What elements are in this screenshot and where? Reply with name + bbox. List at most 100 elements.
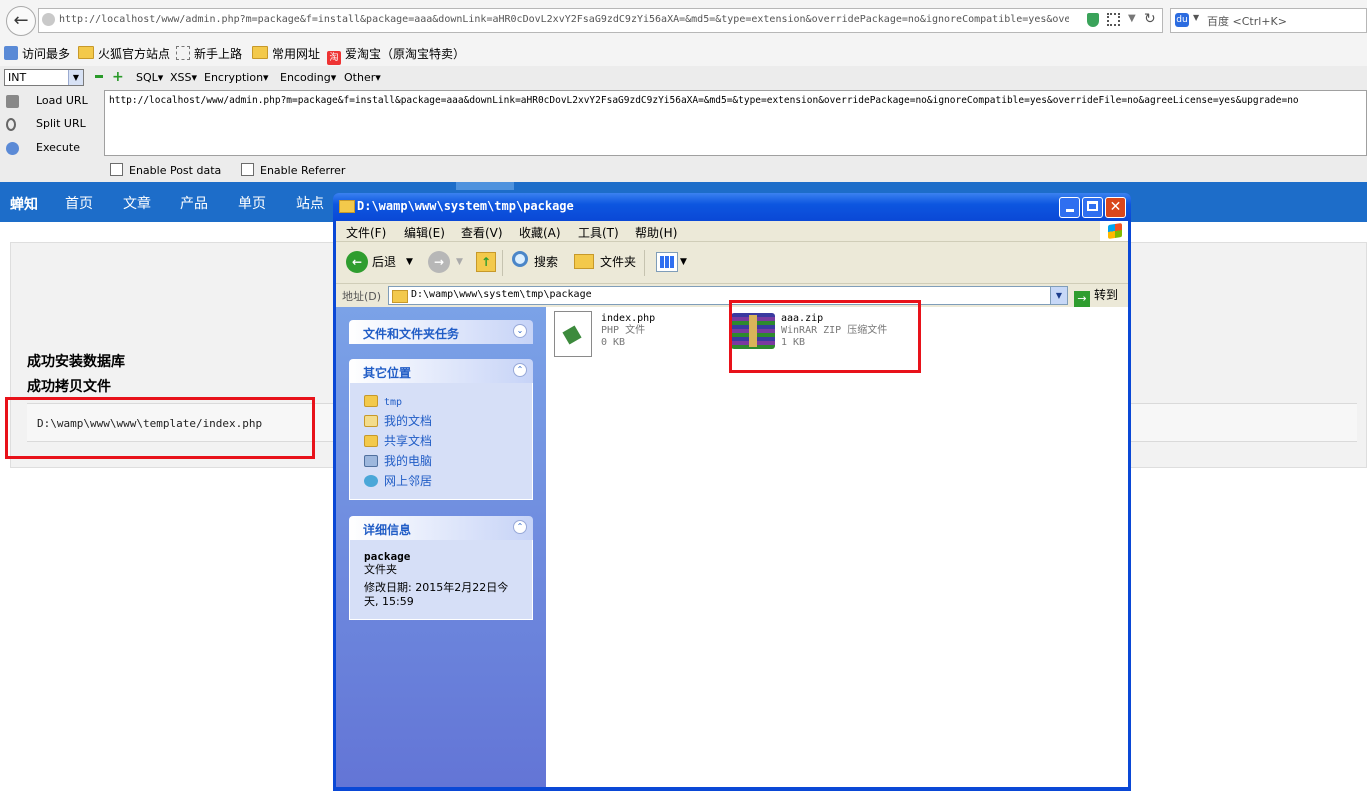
hackbar-type-select[interactable]: INT ▼ — [4, 69, 84, 86]
success-copy-message: 成功拷贝文件 — [27, 379, 111, 395]
reload-icon[interactable]: ↻ — [1144, 11, 1156, 27]
search-engine-dropdown-icon[interactable]: ▼ — [1193, 13, 1199, 22]
details-body: package 文件夹 修改日期: 2015年2月22日今天, 15:59 — [349, 540, 533, 620]
folder-up-icon[interactable]: ↑ — [476, 252, 496, 272]
bookmark-common-sites[interactable]: 常用网址 — [252, 45, 320, 63]
file-type: PHP 文件 — [601, 325, 646, 336]
menu-help[interactable]: 帮助(H) — [635, 224, 677, 241]
address-value: D:\wamp\www\system\tmp\package — [411, 289, 592, 300]
browser-url-bar[interactable]: http://localhost/www/admin.php?m=package… — [38, 8, 1163, 33]
toolbar-separator — [644, 250, 645, 276]
windows-logo-icon — [1100, 221, 1128, 241]
place-tmp[interactable]: tmp — [364, 391, 520, 411]
highlight-box-zip — [729, 300, 921, 373]
minus-icon[interactable] — [95, 75, 103, 78]
folder-icon — [78, 46, 94, 59]
menu-tools[interactable]: 工具(T) — [578, 224, 619, 241]
hackbar-menu-other[interactable]: Other▾ — [344, 71, 381, 84]
my-documents-icon — [364, 415, 378, 427]
search-button[interactable]: 搜索 — [534, 252, 558, 272]
hackbar-menu-encoding[interactable]: Encoding▾ — [280, 71, 336, 84]
close-button[interactable]: ✕ — [1105, 197, 1126, 218]
nav-products[interactable]: 产品 — [180, 193, 208, 213]
browser-back-button[interactable]: ← — [6, 6, 36, 36]
checkbox-box[interactable] — [110, 163, 123, 176]
browser-search-box[interactable]: du ▼ 百度 <Ctrl+K> — [1170, 8, 1367, 33]
toolbar-separator — [502, 250, 503, 276]
taobao-icon: 淘 — [327, 51, 341, 65]
views-dropdown-icon[interactable]: ▼ — [680, 252, 687, 272]
load-url-button[interactable]: Load URL — [2, 91, 102, 111]
file-name: index.php — [601, 313, 656, 324]
back-arrow-icon[interactable]: ← — [346, 251, 368, 273]
explorer-title-bar[interactable]: D:\wamp\www\system\tmp\package ✕ — [333, 193, 1131, 221]
hackbar: INT ▼ + SQL▾ XSS▾ Encryption▾ Encoding▾ … — [0, 66, 1367, 182]
my-computer-icon — [364, 455, 378, 467]
details-section: 详细信息 ⌃ package 文件夹 修改日期: 2015年2月22日今天, 1… — [349, 516, 533, 620]
success-db-message: 成功安装数据库 — [27, 354, 125, 370]
bookmark-firefox-official[interactable]: 火狐官方站点 — [78, 45, 170, 63]
search-icon[interactable] — [512, 251, 528, 267]
task-pane: 文件和文件夹任务 ⌄ 其它位置 ⌃ tmp 我的文档 共享文档 我的电脑 网上邻… — [336, 307, 546, 787]
forward-arrow-icon[interactable]: → — [428, 251, 450, 273]
nav-pages[interactable]: 单页 — [238, 193, 266, 213]
bookmark-getting-started[interactable]: 新手上路 — [176, 45, 242, 63]
bookmarks-bar: 访问最多 火狐官方站点 新手上路 常用网址 淘爱淘宝（原淘宝特卖） — [0, 42, 1367, 66]
views-icon[interactable] — [656, 252, 678, 272]
hackbar-menu-encryption[interactable]: Encryption▾ — [204, 71, 269, 84]
place-my-computer[interactable]: 我的电脑 — [364, 451, 520, 471]
menu-view[interactable]: 查看(V) — [461, 224, 503, 241]
plus-icon[interactable]: + — [112, 70, 124, 84]
menu-favorites[interactable]: 收藏(A) — [519, 224, 561, 241]
folders-button[interactable]: 文件夹 — [600, 252, 636, 272]
execute-button[interactable]: Execute — [2, 138, 102, 158]
enable-referrer-checkbox[interactable]: Enable Referrer — [241, 163, 345, 177]
folders-icon[interactable] — [574, 254, 594, 269]
address-label: 地址(D) — [342, 290, 382, 303]
bookmark-most-visited[interactable]: 访问最多 — [4, 45, 70, 63]
go-button[interactable]: → 转到 — [1074, 286, 1118, 307]
file-tasks-header[interactable]: 文件和文件夹任务 ⌄ — [349, 320, 533, 344]
nav-articles[interactable]: 文章 — [123, 193, 151, 213]
back-dropdown-icon[interactable]: ▼ — [406, 252, 413, 272]
place-shared-documents[interactable]: 共享文档 — [364, 431, 520, 451]
expand-icon[interactable]: ⌄ — [513, 324, 527, 338]
checkbox-box[interactable] — [241, 163, 254, 176]
enable-post-data-checkbox[interactable]: Enable Post data — [110, 163, 221, 177]
collapse-icon[interactable]: ⌃ — [513, 520, 527, 534]
search-placeholder: 百度 <Ctrl+K> — [1207, 15, 1287, 28]
globe-icon — [42, 13, 55, 26]
browser-toolbar: ← http://localhost/www/admin.php?m=packa… — [0, 0, 1367, 43]
nav-site[interactable]: 站点 — [296, 193, 324, 213]
chevron-down-icon[interactable]: ▼ — [1050, 287, 1067, 304]
menu-file[interactable]: 文件(F) — [346, 224, 386, 241]
shield-icon[interactable] — [1087, 13, 1099, 27]
back-button[interactable]: 后退 — [372, 252, 396, 272]
hackbar-menu-xss[interactable]: XSS▾ — [170, 71, 197, 84]
collapse-icon[interactable]: ⌃ — [513, 363, 527, 377]
menu-edit[interactable]: 编辑(E) — [404, 224, 445, 241]
other-places-header[interactable]: 其它位置 ⌃ — [349, 359, 533, 383]
forward-dropdown-icon[interactable]: ▼ — [456, 252, 463, 272]
place-network[interactable]: 网上邻居 — [364, 471, 520, 491]
detail-name: package — [364, 550, 411, 563]
qr-code-icon[interactable] — [1107, 13, 1120, 26]
bookmark-taobao[interactable]: 淘爱淘宝（原淘宝特卖） — [327, 45, 465, 65]
url-dropdown-icon[interactable]: ▼ — [1128, 13, 1136, 24]
split-url-button[interactable]: Split URL — [2, 114, 102, 134]
place-my-documents[interactable]: 我的文档 — [364, 411, 520, 431]
address-input[interactable]: D:\wamp\www\system\tmp\package ▼ — [388, 286, 1068, 305]
site-brand[interactable]: 蝉知 — [10, 194, 38, 214]
baidu-icon[interactable]: du — [1175, 13, 1189, 27]
network-places-icon — [364, 475, 378, 487]
detail-type: 文件夹 — [364, 563, 397, 576]
details-header[interactable]: 详细信息 ⌃ — [349, 516, 533, 540]
file-item-index-php[interactable]: index.php PHP 文件 0 KB — [546, 307, 686, 363]
hackbar-url-textarea[interactable]: http://localhost/www/admin.php?m=package… — [104, 90, 1367, 156]
minimize-button[interactable] — [1059, 197, 1080, 218]
nav-home[interactable]: 首页 — [65, 193, 93, 213]
hackbar-menu-sql[interactable]: SQL▾ — [136, 71, 163, 84]
file-tasks-section: 文件和文件夹任务 ⌄ — [349, 320, 533, 344]
chevron-down-icon[interactable]: ▼ — [68, 70, 83, 85]
maximize-button[interactable] — [1082, 197, 1103, 218]
